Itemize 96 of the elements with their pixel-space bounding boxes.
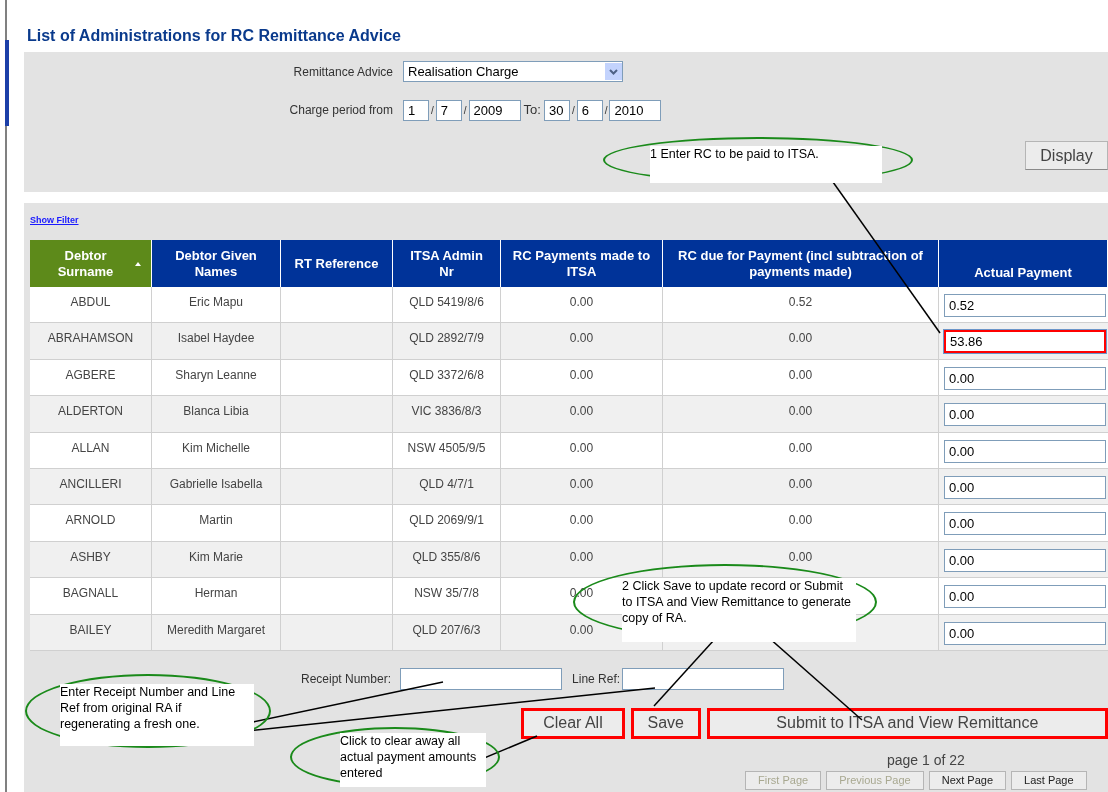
callout-note: Enter Receipt Number and Line Ref from original RA if regenerating a fresh one.: [60, 684, 254, 746]
table-cell: VIC 3836/8/3: [393, 396, 501, 432]
table-cell: NSW 35/7/8: [393, 578, 501, 614]
table-cell: ABDUL: [30, 287, 152, 323]
sort-arrow-icon: [135, 261, 141, 266]
show-filter-link[interactable]: Show Filter: [30, 215, 79, 225]
table-cell: ABRAHAMSON: [30, 323, 152, 359]
action-button[interactable]: Save: [630, 707, 701, 739]
field-label: Charge period from: [288, 102, 394, 119]
callout-note: 1 Enter RC to be paid to ITSA.: [650, 146, 882, 183]
page-info: page 1 of 22: [887, 751, 966, 768]
receipt-number-field[interactable]: [400, 667, 563, 690]
table-cell: QLD 4/7/1: [393, 468, 501, 505]
column-header[interactable]: RC due for Payment (incl subtraction of payments made): [663, 240, 939, 287]
table-cell: 0.00: [501, 287, 663, 323]
payment-field[interactable]: 0.00: [944, 512, 1106, 536]
table-cell: 0.00: [501, 468, 663, 505]
column-header[interactable]: ITSA Admin Nr: [393, 240, 501, 287]
table-cell: 0.00: [501, 432, 663, 468]
payment-field[interactable]: 0.00: [944, 366, 1106, 390]
table-cell: QLD 5419/8/6: [393, 287, 501, 323]
table-cell: ALDERTON: [30, 396, 152, 432]
table-cell: Kim Marie: [152, 541, 281, 578]
table-cell: Kim Michelle: [152, 432, 281, 468]
table-cell: 0.00: [663, 505, 939, 541]
table-cell: Sharyn Leanne: [152, 359, 281, 396]
callout-note: Click to clear away all actual payment amounts entered: [340, 733, 486, 787]
date-field[interactable]: 7: [435, 99, 462, 121]
payment-field[interactable]: 0.00: [944, 585, 1106, 609]
column-header[interactable]: Debtor Surname: [30, 240, 152, 287]
date-field[interactable]: 2010: [609, 99, 662, 121]
table-cell: QLD 207/6/3: [393, 614, 501, 650]
payment-field[interactable]: 0.00: [944, 475, 1106, 499]
payment-field[interactable]: 0.00: [944, 403, 1106, 427]
table-cell: AGBERE: [30, 359, 152, 396]
table-cell: 0.00: [663, 541, 939, 578]
display-button[interactable]: Display: [1025, 141, 1108, 170]
table-cell: Isabel Haydee: [152, 323, 281, 359]
table-cell: ANCILLERI: [30, 468, 152, 505]
table-cell: QLD 3372/6/8: [393, 359, 501, 396]
dropdown-icon: [605, 63, 622, 80]
payment-field[interactable]: 0.00: [944, 621, 1106, 645]
table-cell: Gabrielle Isabella: [152, 468, 281, 505]
column-header[interactable]: RC Payments made to ITSA: [501, 240, 663, 287]
table-cell: ALLAN: [30, 432, 152, 468]
table-cell: ARNOLD: [30, 505, 152, 541]
date-separator: /: [570, 103, 576, 118]
pager-button[interactable]: Next Page: [928, 770, 1007, 790]
field-label: Remittance Advice: [292, 63, 394, 81]
action-button[interactable]: Clear All: [521, 707, 625, 739]
table-cell: QLD 2892/7/9: [393, 323, 501, 359]
table-cell: Meredith Margaret: [152, 614, 281, 650]
table-cell: Martin: [152, 505, 281, 541]
callout-note: 2 Click Save to update record or Submit to ITSA and View Remittance to generate copy of RA.: [622, 578, 856, 642]
page-title: List of Administrations for RC Remittance Advice: [26, 26, 402, 46]
payment-field[interactable]: 53.86: [944, 330, 1106, 354]
table-cell: 0.00: [663, 359, 939, 396]
table-cell: 0.00: [663, 396, 939, 432]
table-cell: Herman: [152, 578, 281, 614]
table-cell: 0.00: [501, 359, 663, 396]
table-cell: 0.00: [663, 323, 939, 359]
table-cell: 0.00: [501, 396, 663, 432]
table-cell: 0.00: [501, 323, 663, 359]
payment-field[interactable]: 0.00: [944, 439, 1106, 463]
column-header[interactable]: RT Reference: [281, 240, 393, 287]
date-field[interactable]: 1: [403, 99, 429, 121]
date-field[interactable]: 30: [543, 99, 570, 121]
table-cell: Blanca Libia: [152, 396, 281, 432]
remittance-select[interactable]: Realisation Charge: [403, 61, 623, 82]
date-field[interactable]: 6: [576, 99, 603, 121]
date-separator: /: [462, 103, 468, 118]
action-button[interactable]: Submit to ITSA and View Remittance: [706, 707, 1108, 739]
table-cell: BAILEY: [30, 614, 152, 650]
table-cell: ASHBY: [30, 541, 152, 578]
date-separator: /: [603, 103, 609, 118]
payment-field[interactable]: 0.52: [944, 294, 1106, 317]
field-label: Line Ref:: [572, 670, 621, 688]
table-cell: Eric Mapu: [152, 287, 281, 323]
date-separator: /: [430, 103, 435, 118]
table-cell: QLD 2069/9/1: [393, 505, 501, 541]
pager-button[interactable]: Last Page: [1011, 770, 1087, 790]
table-cell: 0.52: [663, 287, 939, 323]
column-header[interactable]: Actual Payment: [939, 240, 1108, 287]
table-cell: 0.00: [663, 432, 939, 468]
line-ref-field[interactable]: [622, 667, 785, 690]
table-cell: NSW 4505/9/5: [393, 432, 501, 468]
payment-field[interactable]: 0.00: [944, 548, 1106, 572]
table-cell: 0.00: [663, 468, 939, 505]
column-header[interactable]: Debtor Given Names: [152, 240, 281, 287]
field-label: Receipt Number:: [301, 670, 392, 688]
table-cell: 0.00: [501, 505, 663, 541]
date-field[interactable]: 2009: [468, 99, 521, 121]
field-label: To:: [522, 101, 542, 120]
table-cell: QLD 355/8/6: [393, 541, 501, 578]
table-cell: BAGNALL: [30, 578, 152, 614]
table-cell: 0.00: [501, 541, 663, 578]
